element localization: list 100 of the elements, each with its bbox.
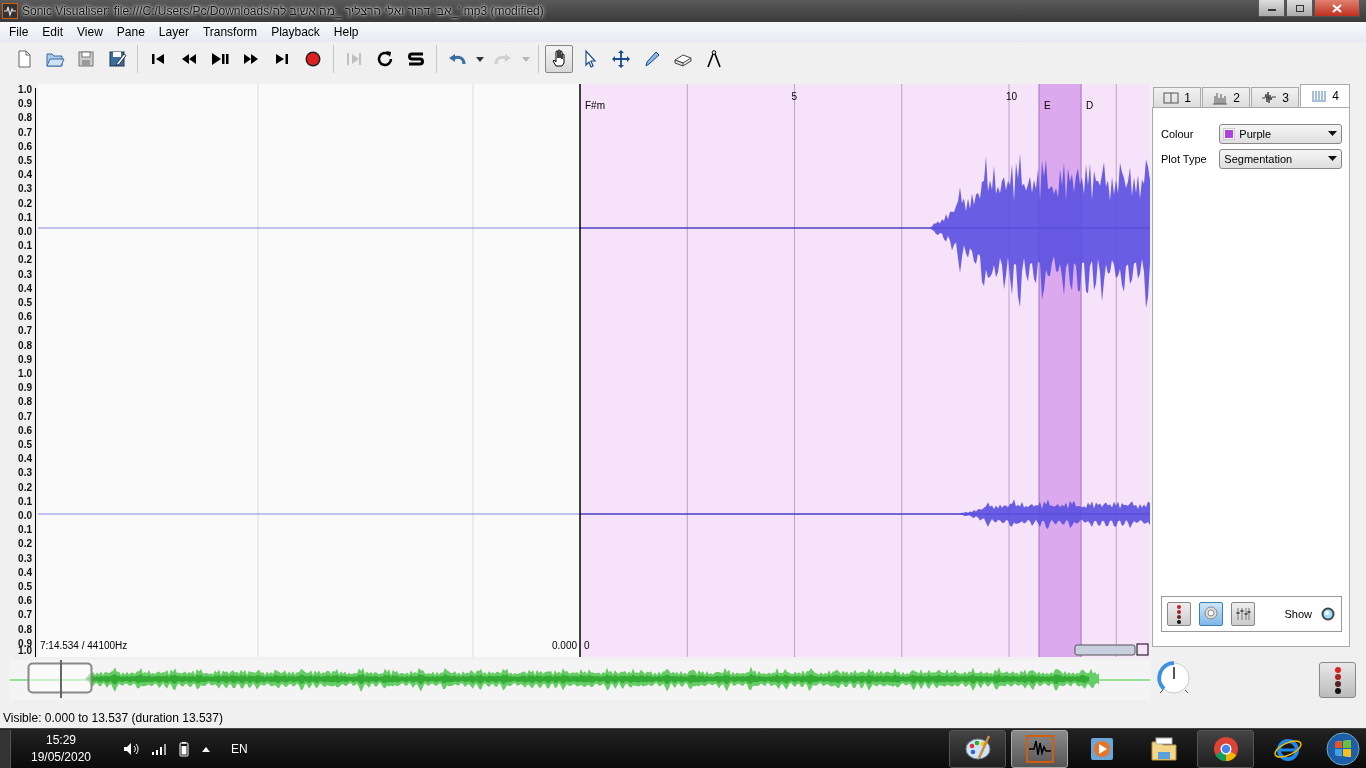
- scale-label: 0.8: [18, 340, 32, 351]
- layer-tab[interactable]: 4: [1300, 84, 1350, 107]
- app-icon: [2, 3, 18, 19]
- sliders-icon: [1235, 605, 1251, 623]
- split-panel-icon: [1163, 90, 1180, 105]
- scale-label: 1.0: [18, 646, 32, 657]
- waveform-icon: [1024, 734, 1055, 764]
- field-label: Plot Type: [1161, 152, 1208, 165]
- scale-label: 1.0: [18, 369, 32, 379]
- show-label: Show: [1284, 608, 1312, 620]
- scale-label: 0.9: [18, 354, 32, 365]
- maximize-icon: [1294, 4, 1305, 12]
- compass-icon: [704, 49, 724, 69]
- segment-label: E: [1044, 100, 1051, 111]
- segment-label: F#m: [585, 100, 605, 111]
- scale-label: 0.6: [18, 596, 32, 607]
- folder-icon: [1148, 734, 1179, 764]
- menu-item[interactable]: View: [70, 25, 110, 39]
- loop-icon: [375, 49, 395, 69]
- dial-button[interactable]: [1199, 602, 1223, 626]
- scale-label: 0.9: [18, 99, 32, 110]
- caret-icon: [1328, 130, 1337, 137]
- menu-item[interactable]: Pane: [109, 25, 152, 39]
- scale-label: 1.0: [18, 85, 32, 95]
- scale-label: 0.4: [18, 283, 32, 294]
- menu-item[interactable]: Help: [326, 25, 366, 39]
- menu-item[interactable]: Transform: [195, 25, 265, 39]
- taskbar-app-button[interactable]: [1011, 730, 1068, 768]
- caret-icon: [1328, 155, 1337, 162]
- zoom-reset-button[interactable]: [1136, 643, 1149, 656]
- scale-label: 0.9: [18, 383, 32, 394]
- scale-label: 0.7: [18, 127, 32, 138]
- viewport-box[interactable]: [27, 660, 93, 699]
- close-button[interactable]: [1314, 0, 1360, 17]
- scale-label: 0.7: [18, 411, 32, 422]
- minimize-button[interactable]: [1258, 0, 1285, 17]
- pencil-icon: [642, 49, 662, 69]
- caret-icon: [522, 56, 530, 62]
- speaker-icon: [123, 741, 139, 757]
- meter-button[interactable]: [1167, 602, 1191, 626]
- field-label: Colour: [1161, 127, 1195, 140]
- chevron-up-icon: [201, 745, 211, 753]
- close-icon: [1332, 3, 1342, 13]
- maximize-button[interactable]: [1286, 0, 1313, 17]
- layer-tab[interactable]: 1: [1153, 87, 1201, 107]
- show-toggle-icon[interactable]: [1320, 606, 1336, 622]
- waveform-pane[interactable]: 5 10 F#m E D 7:14.534 / 44100Hz 0.000 0: [38, 84, 1150, 657]
- scale-label: 0.7: [18, 326, 32, 337]
- scale-label: 0.4: [18, 170, 32, 181]
- scale-label: 0.6: [18, 312, 32, 323]
- zoom-wheel[interactable]: [1074, 644, 1136, 656]
- taskbar-app-button[interactable]: [949, 730, 1006, 768]
- scale-label: 0.3: [18, 468, 32, 479]
- status-text: Visible: 0.000 to 13.537 (duration 13.537): [3, 711, 223, 725]
- scale-label: 0.1: [18, 496, 32, 507]
- caret-icon: [476, 56, 484, 62]
- taskbar-app-button[interactable]: [1197, 730, 1254, 768]
- language-indicator[interactable]: EN: [231, 742, 248, 756]
- menu-item[interactable]: Playback: [264, 25, 327, 39]
- floppy-pencil-icon: [107, 49, 127, 69]
- scale-label: 0.5: [18, 298, 32, 308]
- file-info-label: 7:14.534 / 44100Hz: [40, 640, 128, 651]
- waveform-icon: [1261, 90, 1278, 105]
- battery-icon: [179, 741, 189, 757]
- ruler-label: 10: [1006, 91, 1018, 102]
- scale-label: 0.2: [18, 482, 32, 493]
- four-way-arrow-icon: [611, 49, 631, 69]
- layer-tab[interactable]: 2: [1202, 87, 1250, 107]
- clock-time: 15:29: [46, 732, 76, 749]
- meter-icon: [1176, 604, 1182, 624]
- overview-panel[interactable]: [10, 660, 1150, 700]
- ruler-icon: [1212, 90, 1229, 105]
- sliders-button[interactable]: [1231, 602, 1255, 626]
- scale-label: 0.4: [18, 567, 32, 578]
- scale-label: 0.2: [18, 198, 32, 209]
- plot-type-dropdown[interactable]: Segmentation: [1219, 148, 1342, 169]
- window-title: Sonic Visualiser: file:///C:/Users/Pc/Downloads/אבי דרור ואלי הרצליך _מה אשיב לה_'.mp3 (modified): [22, 4, 546, 18]
- scale-label: 0.5: [18, 582, 32, 592]
- scale-label: 0.6: [18, 141, 32, 152]
- meter-button[interactable]: [1319, 662, 1356, 698]
- segment-label: D: [1086, 100, 1094, 111]
- navigate-tool-button[interactable]: [545, 45, 573, 73]
- scale-label: 0.3: [18, 269, 32, 280]
- start-button[interactable]: [1326, 732, 1360, 766]
- scale-label: 0.7: [18, 610, 32, 621]
- clock-date: 19/05/2020: [30, 749, 92, 766]
- layer-tab[interactable]: 3: [1251, 87, 1299, 107]
- scale-label: 0.8: [18, 624, 32, 635]
- dial-icon: [1203, 605, 1219, 623]
- ruler-label: 0: [584, 640, 590, 651]
- scale-label: 0.2: [18, 255, 32, 266]
- menu-item[interactable]: File: [2, 25, 36, 39]
- scale-label: 0.3: [18, 184, 32, 195]
- ruler-label: 5: [791, 91, 798, 102]
- menu-item[interactable]: Layer: [151, 25, 196, 39]
- scale-label: 0.5: [18, 440, 32, 450]
- colour-dropdown[interactable]: Purple: [1219, 123, 1342, 144]
- scale-label: 0.1: [18, 525, 32, 536]
- menu-item[interactable]: Edit: [35, 25, 71, 39]
- segment-region[interactable]: [580, 84, 1040, 657]
